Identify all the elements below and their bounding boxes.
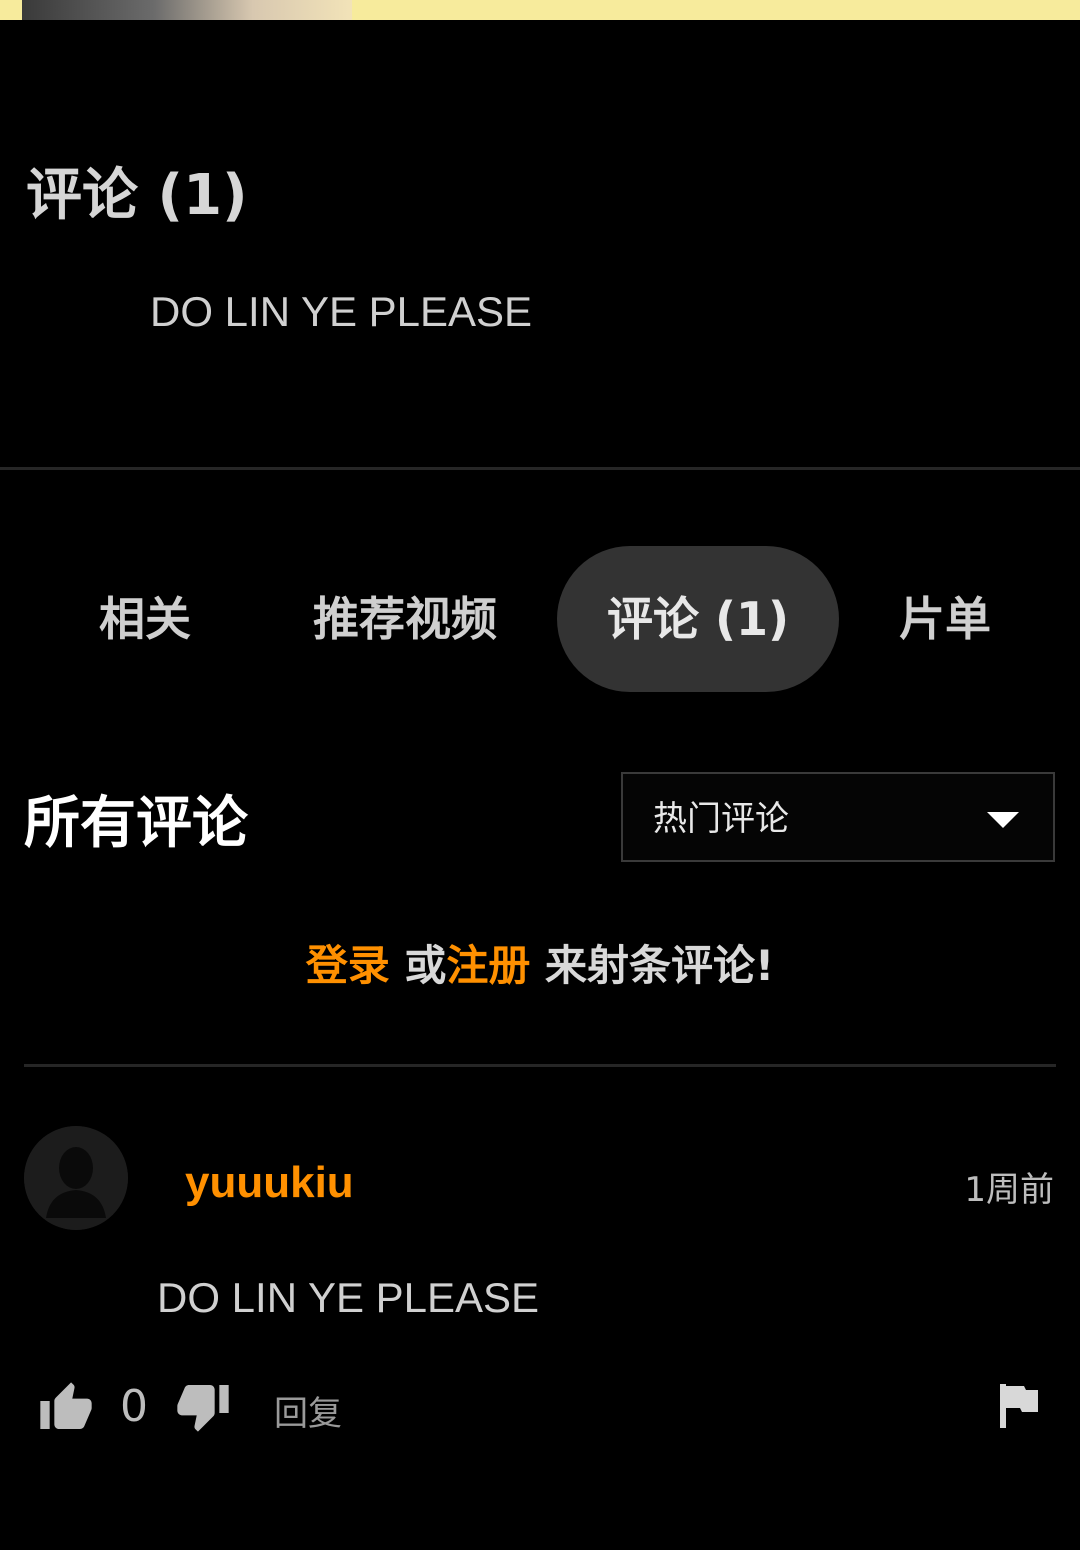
comment-body: DO LIN YE PLEASE [157, 1274, 540, 1321]
thumbs-up-icon[interactable] [38, 1380, 94, 1436]
video-thumbnail-strip [0, 0, 1080, 20]
login-link[interactable]: 登录 [306, 941, 390, 990]
like-count: 0 [120, 1381, 148, 1432]
login-prompt-rest: 来射条评论! [530, 941, 775, 990]
tab-related[interactable]: 相关 [70, 546, 220, 692]
thumbnail-image [22, 0, 352, 20]
sort-selected-label: 热门评论 [653, 799, 789, 839]
flag-icon[interactable] [996, 1380, 1042, 1430]
tab-bar: 相关 推荐视频 评论 (1) 片单 [0, 546, 1080, 692]
thumbs-down-icon[interactable] [175, 1378, 231, 1434]
sort-dropdown[interactable]: 热门评论 [621, 772, 1055, 862]
comment-timestamp: 1周前 [964, 1170, 1054, 1210]
tab-playlists[interactable]: 片单 [870, 546, 1020, 692]
all-comments-title: 所有评论 [24, 791, 248, 856]
reply-button[interactable]: 回复 [274, 1386, 342, 1435]
comment-username[interactable]: yuuukiu [185, 1158, 354, 1208]
divider [24, 1064, 1056, 1067]
register-link[interactable]: 注册 [446, 941, 530, 990]
tab-comments[interactable]: 评论 (1) [557, 546, 839, 692]
login-prompt-or: 或 [389, 941, 447, 990]
default-avatar-icon[interactable] [24, 1126, 128, 1230]
featured-comment-text: DO LIN YE PLEASE [150, 288, 533, 335]
chevron-down-icon [987, 812, 1019, 828]
tab-recommended-videos[interactable]: 推荐视频 [290, 546, 520, 692]
comments-heading: 评论 (1) [26, 163, 248, 228]
login-prompt: 登录 或注册 来射条评论! [0, 932, 1080, 993]
divider [0, 467, 1080, 470]
